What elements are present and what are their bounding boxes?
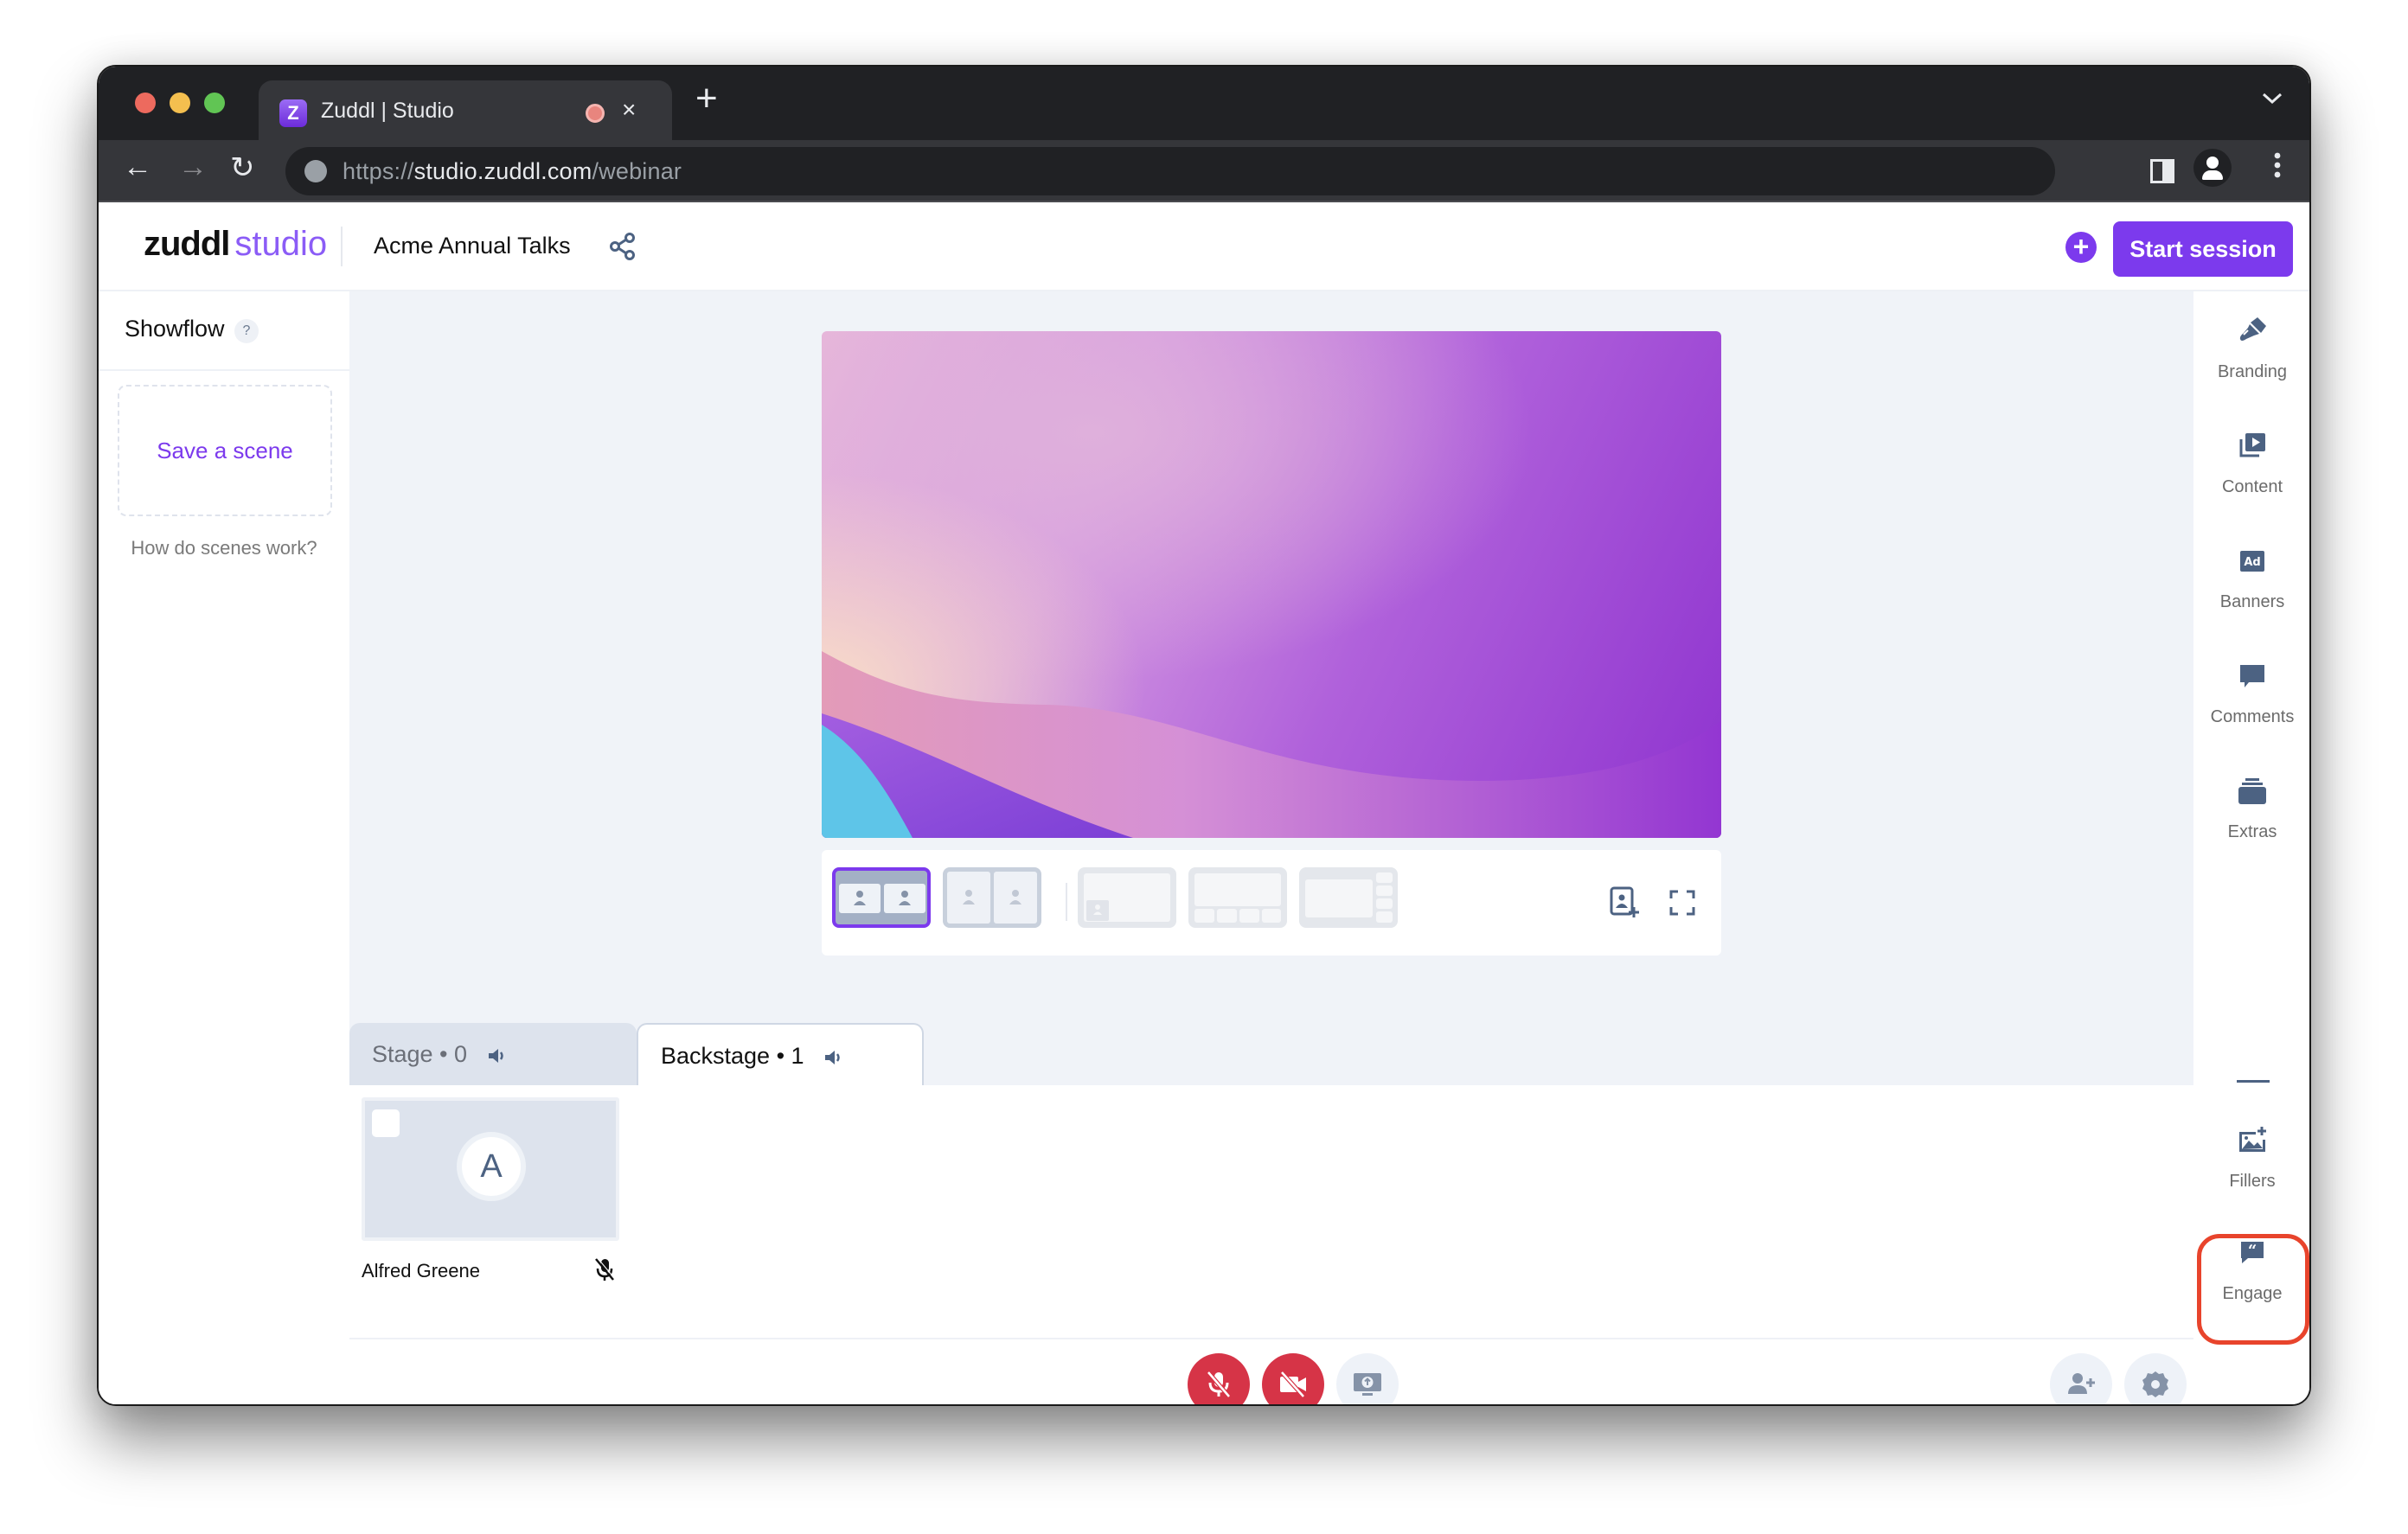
showflow-header: Showflow ? xyxy=(99,291,349,371)
zuddl-favicon-icon: Z xyxy=(279,99,307,127)
speaker-icon[interactable] xyxy=(486,1045,507,1066)
engage-highlight-annotation xyxy=(2197,1234,2309,1345)
svg-text:Ad: Ad xyxy=(2244,556,2260,569)
camera-off-icon xyxy=(1280,1371,1306,1398)
gear-icon xyxy=(2142,1371,2168,1397)
layout-option-picture-in-picture[interactable] xyxy=(1078,867,1176,928)
app-header: zuddl studio Acme Annual Talks + Start se… xyxy=(99,202,2309,291)
reload-button[interactable]: ↻ xyxy=(230,150,255,185)
new-tab-button[interactable]: + xyxy=(695,77,718,120)
browser-tab-bar: Z Zuddl | Studio × + xyxy=(99,67,2309,140)
showflow-title: Showflow xyxy=(125,316,225,342)
layout-option-bottom-strip[interactable] xyxy=(1188,867,1287,928)
backstage-panel: A Alfred Greene xyxy=(349,1085,2193,1338)
save-scene-button[interactable]: Save a scene xyxy=(118,385,332,516)
layout-option-two-up-grid[interactable] xyxy=(832,867,931,928)
url-text[interactable]: https://studio.zuddl.com/webinar xyxy=(343,158,682,185)
add-user-icon xyxy=(2068,1373,2095,1394)
stage-preview xyxy=(822,331,1721,838)
sidebar-item-fillers[interactable]: Fillers xyxy=(2193,1101,2309,1205)
browser-menu-icon[interactable] xyxy=(2261,150,2293,180)
video-library-icon xyxy=(2239,433,2265,457)
controls-bar xyxy=(349,1338,2193,1404)
tab-stage-label: Stage • 0 xyxy=(372,1041,468,1067)
background-waves xyxy=(822,651,1721,838)
logo-wordmark: zuddl xyxy=(144,225,230,263)
forward-button[interactable]: → xyxy=(178,150,208,184)
mic-muted-icon xyxy=(593,1256,616,1282)
layout-selector xyxy=(822,850,1721,956)
layout-separator xyxy=(1066,883,1067,921)
share-screen-button[interactable] xyxy=(1336,1353,1399,1404)
sidebar-item-label: Extras xyxy=(2227,822,2277,841)
sidebar-item-label: Banners xyxy=(2219,592,2285,611)
back-button[interactable]: ← xyxy=(123,150,152,184)
toggle-mic-button[interactable] xyxy=(1188,1353,1250,1404)
participant-name: Alfred Greene xyxy=(362,1260,480,1282)
browser-toolbar: ← → ↻ https://studio.zuddl.com/webinar xyxy=(99,140,2309,202)
main-stage-area: Stage • 0 Backstage • 1 A Alfred Greene xyxy=(349,291,2193,1404)
browser-window: Z Zuddl | Studio × + ← → ↻ https://studi… xyxy=(97,65,2311,1406)
mic-off-icon xyxy=(1207,1371,1231,1398)
showflow-sidebar: Showflow ? Save a scene How do scenes wo… xyxy=(99,291,349,1404)
address-bar[interactable]: https://studio.zuddl.com/webinar xyxy=(285,147,2055,195)
url-scheme: https:// xyxy=(343,158,414,184)
logo-product: studio xyxy=(234,225,328,263)
tools-sidebar: Branding Content Ad Banners Comments Ext… xyxy=(2193,291,2309,1404)
settings-button[interactable] xyxy=(2124,1353,2187,1404)
maximize-window-button[interactable] xyxy=(204,93,225,113)
sidebar-item-banners[interactable]: Ad Banners xyxy=(2193,521,2309,625)
start-session-button[interactable]: Start session xyxy=(2113,221,2293,277)
tab-backstage-label: Backstage • 1 xyxy=(661,1043,804,1069)
how-scenes-work-link[interactable]: How do scenes work? xyxy=(99,537,349,559)
sidebar-item-label: Branding xyxy=(2217,362,2288,381)
add-button[interactable]: + xyxy=(2065,232,2097,263)
avatar: A xyxy=(457,1132,526,1201)
invite-participant-button[interactable] xyxy=(2050,1353,2112,1404)
stage-tabs: Stage • 0 Backstage • 1 xyxy=(349,1023,2193,1085)
browser-tab-active[interactable]: Z Zuddl | Studio × xyxy=(259,80,672,140)
participant-select-checkbox[interactable] xyxy=(372,1109,400,1137)
paintbrush-icon xyxy=(2239,317,2266,341)
profile-avatar-icon[interactable] xyxy=(2193,149,2232,187)
help-icon[interactable]: ? xyxy=(234,319,259,343)
minimize-window-button[interactable] xyxy=(170,93,190,113)
recording-indicator-icon xyxy=(586,104,605,123)
sidebar-item-extras[interactable]: Extras xyxy=(2193,751,2309,855)
site-info-globe-icon[interactable] xyxy=(304,160,327,182)
header-divider xyxy=(341,227,343,266)
tab-title: Zuddl | Studio xyxy=(321,99,454,123)
sidebar-item-comments[interactable]: Comments xyxy=(2193,636,2309,740)
tab-search-chevron-icon[interactable] xyxy=(2261,86,2283,112)
ad-banner-icon: Ad xyxy=(2240,551,2264,572)
layout-option-side-strip[interactable] xyxy=(1299,867,1398,928)
speaker-icon[interactable] xyxy=(823,1047,843,1068)
tab-backstage[interactable]: Backstage • 1 xyxy=(637,1023,924,1085)
close-window-button[interactable] xyxy=(135,93,156,113)
screen-share-icon xyxy=(1354,1373,1381,1396)
fullscreen-icon[interactable] xyxy=(1669,890,1695,916)
url-host: studio.zuddl.com xyxy=(413,158,592,184)
tab-stage[interactable]: Stage • 0 xyxy=(349,1023,637,1085)
studio-app: zuddl studio Acme Annual Talks + Start se… xyxy=(99,202,2309,1404)
sidebar-item-label: Comments xyxy=(2210,707,2295,726)
add-to-stage-icon[interactable] xyxy=(1609,886,1642,919)
comment-icon xyxy=(2240,665,2264,687)
add-image-icon xyxy=(2239,1127,2266,1152)
sidebar-item-branding[interactable]: Branding xyxy=(2193,291,2309,395)
side-panel-icon[interactable] xyxy=(2150,159,2174,183)
sidebar-item-label: Content xyxy=(2221,477,2283,496)
close-tab-icon[interactable]: × xyxy=(622,96,636,124)
sidebar-item-content[interactable]: Content xyxy=(2193,406,2309,510)
layers-icon xyxy=(2238,778,2266,804)
zuddl-studio-logo[interactable]: zuddl studio xyxy=(144,225,327,264)
sidebar-item-label: Fillers xyxy=(2229,1172,2276,1191)
toggle-camera-button[interactable] xyxy=(1262,1353,1324,1404)
participant-tile[interactable]: A xyxy=(362,1097,619,1241)
sidebar-divider xyxy=(2237,1080,2270,1083)
event-name: Acme Annual Talks xyxy=(374,233,571,259)
layout-option-two-up-split[interactable] xyxy=(943,867,1041,928)
share-icon[interactable] xyxy=(609,232,637,261)
url-path: /webinar xyxy=(592,158,682,184)
